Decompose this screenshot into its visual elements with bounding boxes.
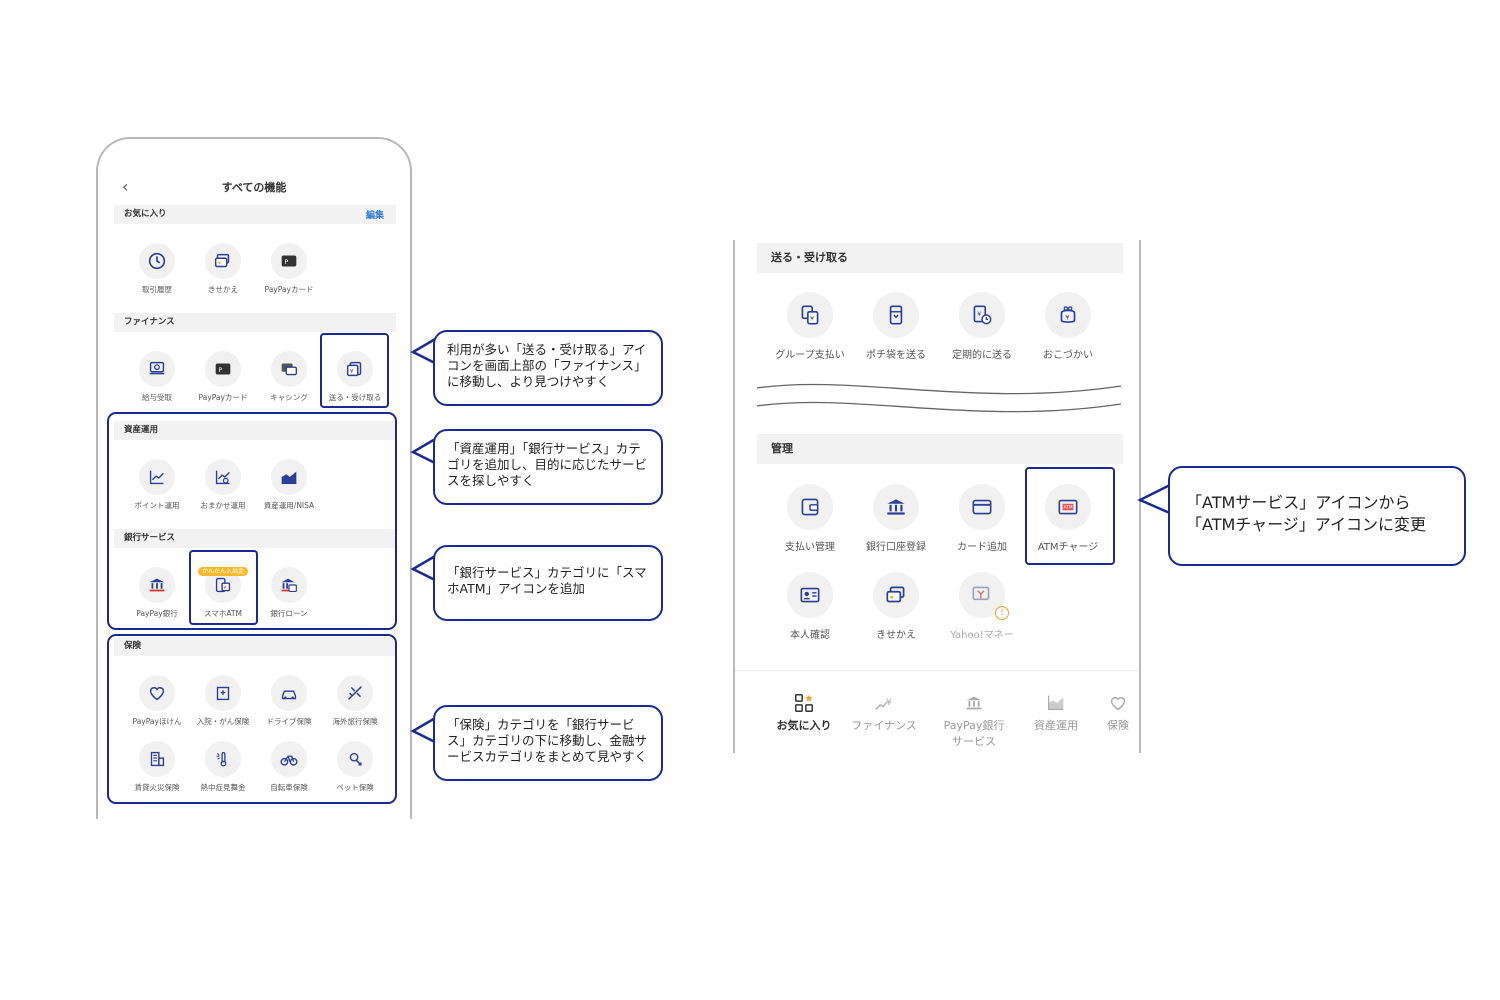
- tab-paypay-bank-service[interactable]: PayPay銀行 サービス: [929, 692, 1019, 749]
- send-item-group-pay[interactable]: ¥ グループ支払い: [765, 292, 855, 361]
- salary-icon: [149, 361, 165, 375]
- finance-item-paypay-card[interactable]: P PayPayカード: [192, 351, 254, 403]
- item-label: ポチ袋を送る: [866, 350, 926, 361]
- theme-card-icon: [886, 586, 905, 603]
- item-label: 取引履歴: [142, 285, 172, 294]
- highlight-send-receive: [320, 333, 389, 408]
- break-wave-lines: [756, 383, 1122, 413]
- section-favorites: お気に入り: [114, 205, 396, 224]
- callout-asset-bank: 「資産運用」「銀行サービス」カテゴリを追加し、目的に応じたサービスを探しやすく: [433, 429, 663, 505]
- tab-finance[interactable]: ¥ ファイナンス: [839, 692, 929, 733]
- envelope-gift-icon: [889, 305, 903, 325]
- highlight-insurance: [107, 634, 397, 804]
- edit-link[interactable]: 編集: [366, 208, 384, 221]
- wallet-icon: [801, 498, 819, 516]
- tab-label: ファイナンス: [851, 719, 917, 732]
- section-label: お気に入り: [124, 209, 167, 219]
- svg-text:P: P: [284, 258, 288, 266]
- item-label: 給与受取: [142, 393, 172, 402]
- finance-item-cashing[interactable]: キャシング: [258, 351, 320, 403]
- item-label: グループ支払い: [775, 350, 845, 361]
- section-label: 送る・受け取る: [771, 251, 848, 264]
- section-label: ファイナンス: [124, 317, 175, 327]
- tab-label: 保険: [1107, 719, 1129, 732]
- item-label: PayPayカード: [264, 285, 314, 294]
- manage-item-bank-register[interactable]: 銀行口座登録: [851, 484, 941, 553]
- credit-card-icon: [972, 499, 992, 515]
- tab-label: PayPay銀行: [943, 719, 1005, 732]
- callout-atm-change: 「ATMサービス」アイコンから 「ATMチャージ」アイコンに変更: [1168, 466, 1466, 566]
- tab-label-line2: サービス: [952, 735, 996, 748]
- item-label: PayPayカード: [198, 393, 248, 402]
- item-label: カード追加: [957, 542, 1007, 553]
- bank-icon: [887, 499, 905, 515]
- item-label: 本人確認: [790, 630, 830, 641]
- bank-icon: [966, 696, 982, 710]
- item-label: きせかえ: [876, 630, 916, 641]
- paypay-card-icon: P: [281, 255, 297, 267]
- fav-item-paypay-card[interactable]: P PayPayカード: [258, 243, 320, 295]
- callout-smartphone-atm: 「銀行サービス」カテゴリに「スマホATM」アイコンを追加: [433, 545, 663, 621]
- section-send-receive: 送る・受け取る: [757, 243, 1123, 273]
- item-label: きせかえ: [208, 285, 238, 294]
- scheduled-send-icon: ¥: [973, 305, 992, 325]
- item-label: キャシング: [270, 393, 308, 402]
- manage-item-theme[interactable]: きせかえ: [851, 572, 941, 641]
- svg-text:¥: ¥: [1065, 313, 1069, 321]
- highlight-smartphone-atm: [189, 550, 258, 625]
- coin-purse-icon: ¥: [1060, 306, 1076, 323]
- area-chart-icon: [1048, 695, 1064, 711]
- svg-text:¥: ¥: [810, 314, 814, 322]
- highlight-atm-charge: [1025, 467, 1115, 565]
- heart-icon: [1110, 697, 1126, 711]
- theme-card-icon: [214, 253, 230, 268]
- tab-divider: [735, 670, 1139, 671]
- fav-item-theme[interactable]: きせかえ: [192, 243, 254, 295]
- item-label: おこづかい: [1043, 350, 1093, 361]
- item-label: 定期的に送る: [952, 350, 1012, 361]
- page-title: すべての機能: [221, 181, 287, 194]
- svg-text:P: P: [218, 366, 222, 374]
- finance-chart-icon: ¥: [875, 697, 892, 710]
- svg-text:¥: ¥: [886, 697, 892, 708]
- callout-send-receive: 利用が多い「送る・受け取る」アイコンを画面上部の「ファイナンス」に移動し、より見…: [433, 330, 663, 406]
- grid-star-icon: [795, 694, 813, 712]
- paypay-card-icon: P: [215, 363, 231, 375]
- tab-label: 資産運用: [1034, 719, 1078, 732]
- section-finance: ファイナンス: [114, 313, 396, 332]
- section-label: 管理: [771, 442, 793, 455]
- send-item-scheduled[interactable]: ¥ 定期的に送る: [937, 292, 1027, 361]
- finance-item-salary[interactable]: 給与受取: [126, 351, 188, 403]
- section-manage: 管理: [757, 434, 1123, 464]
- item-label: 支払い管理: [785, 542, 835, 553]
- yahoo-money-icon: [972, 586, 990, 601]
- item-label: 銀行口座登録: [866, 542, 926, 553]
- id-card-icon: [800, 587, 820, 603]
- manage-item-yahoo-money[interactable]: ! Yahoo!マネー: [937, 572, 1027, 641]
- svg-text:¥: ¥: [977, 310, 981, 318]
- group-pay-icon: ¥: [801, 305, 819, 325]
- send-item-pochi[interactable]: ポチ袋を送る: [851, 292, 941, 361]
- cashing-icon: [281, 363, 298, 376]
- warning-icon: !: [995, 606, 1009, 620]
- tab-asset[interactable]: 資産運用: [1011, 692, 1101, 733]
- manage-item-add-card[interactable]: カード追加: [937, 484, 1027, 553]
- send-item-allowance[interactable]: ¥ おこづかい: [1023, 292, 1113, 361]
- tab-label: お気に入り: [776, 719, 832, 732]
- fav-item-history[interactable]: 取引履歴: [126, 243, 188, 295]
- tab-insurance[interactable]: 保険: [1107, 692, 1139, 733]
- tab-favorites[interactable]: お気に入り: [759, 692, 849, 733]
- manage-item-identity[interactable]: 本人確認: [765, 572, 855, 641]
- item-label: Yahoo!マネー: [950, 630, 1014, 641]
- manage-item-payment[interactable]: 支払い管理: [765, 484, 855, 553]
- clock-icon: [148, 252, 166, 270]
- callout-insurance: 「保険」カテゴリを「銀行サービス」カテゴリの下に移動し、金融サービスカテゴリをま…: [433, 705, 663, 781]
